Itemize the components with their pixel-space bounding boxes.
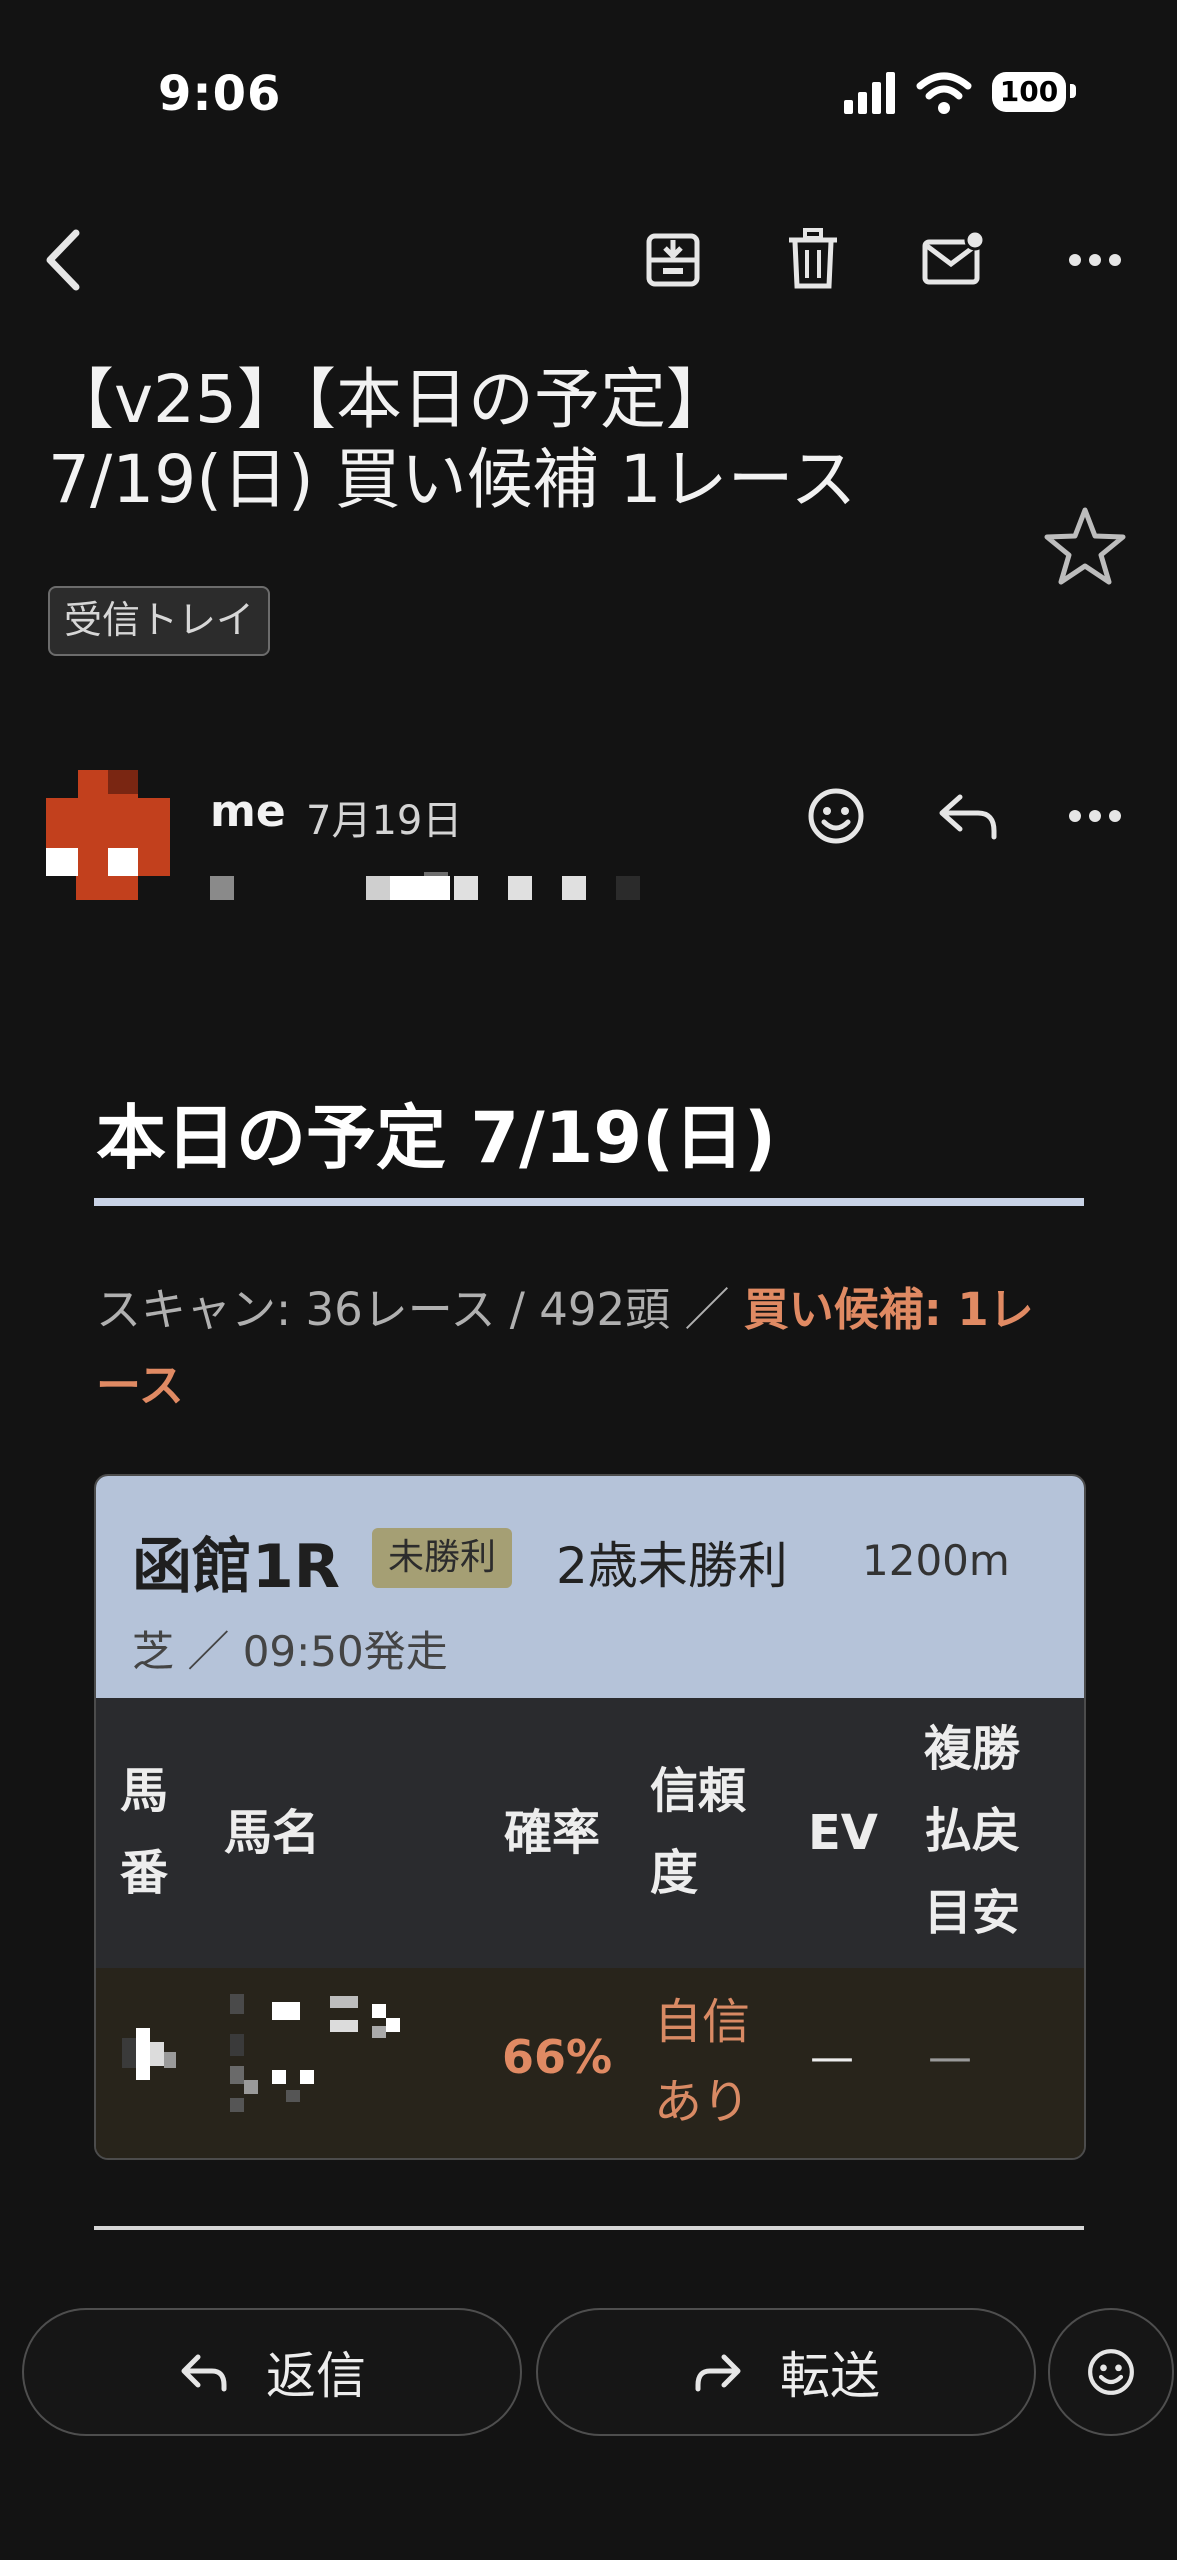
column-place-payout: 複勝払戻目安 <box>924 1721 1021 1941</box>
column-confidence: 信頼度 <box>650 1763 747 1901</box>
delete-button[interactable] <box>773 220 853 300</box>
ev-value: — <box>810 2032 854 2083</box>
subject-line-2: 7/19(日) 買い候補 1レース <box>48 441 857 518</box>
probability-value: 66% <box>502 2030 613 2084</box>
mail-unread-icon <box>922 230 985 285</box>
recipient-redacted[interactable] <box>210 872 710 902</box>
reply-action-button[interactable]: 返信 <box>22 2308 522 2436</box>
mark-unread-button[interactable] <box>913 220 993 300</box>
horse-name-redacted <box>230 1994 400 2112</box>
star-button[interactable] <box>1040 500 1130 590</box>
reply-icon <box>181 2354 227 2392</box>
email-date: 7月19日 <box>306 798 463 844</box>
avatar[interactable] <box>46 770 170 900</box>
race-venue: 函館1R <box>132 1532 340 1602</box>
message-more-button[interactable] <box>1055 776 1135 856</box>
emoji-icon <box>1088 2349 1134 2395</box>
reply-icon <box>939 794 997 840</box>
reply-button[interactable] <box>928 776 1008 856</box>
battery-icon: 100 <box>992 72 1066 112</box>
more-options-button[interactable] <box>1055 220 1135 300</box>
wifi-icon <box>916 72 972 114</box>
race-header: 函館1R 未勝利 2歳未勝利 1200m 芝 ／ 09:50発走 <box>96 1476 1084 1698</box>
table-row: 66% 自信あり — — <box>96 1968 1084 2158</box>
emoji-icon <box>808 788 864 844</box>
status-time: 9:06 <box>158 66 282 122</box>
forward-icon <box>695 2354 741 2392</box>
add-reaction-button[interactable] <box>796 776 876 856</box>
more-icon <box>1069 254 1121 266</box>
scan-summary: スキャン: 36レース / 492頭 ／ 買い候補: 1レース <box>96 1272 1036 1424</box>
forward-action-button[interactable]: 転送 <box>536 2308 1036 2436</box>
reaction-button[interactable] <box>1048 2308 1174 2436</box>
horse-number-redacted <box>122 2028 176 2080</box>
subject-line-1: 【v25】【本日の予定】 <box>48 361 733 438</box>
table-header: 馬番 馬名 確率 信頼度 EV 複勝払戻目安 <box>96 1698 1084 1968</box>
confidence-value: 自信あり <box>654 1994 751 2130</box>
body-divider <box>94 2226 1084 2230</box>
column-horse-number: 馬番 <box>120 1763 169 1901</box>
column-horse-name: 馬名 <box>224 1805 321 1861</box>
archive-icon <box>646 233 700 287</box>
inbox-label[interactable]: 受信トレイ <box>48 586 271 656</box>
race-surface-time: 芝 ／ 09:50発走 <box>132 1627 448 1676</box>
scan-summary-text: スキャン: 36レース / 492頭 ／ <box>96 1283 744 1336</box>
star-icon <box>1044 507 1126 585</box>
status-icons: 100 <box>840 70 1080 120</box>
forward-label: 転送 <box>780 2347 880 2405</box>
signal-icon <box>844 72 972 114</box>
payout-value: — <box>928 2032 972 2083</box>
race-card: 函館1R 未勝利 2歳未勝利 1200m 芝 ／ 09:50発走 馬番 馬名 確… <box>94 1474 1086 2160</box>
email-subject: 【v25】【本日の予定】 7/19(日) 買い候補 1レース <box>48 360 1028 520</box>
column-ev: EV <box>808 1805 878 1861</box>
race-name: 2歳未勝利 <box>556 1537 788 1595</box>
back-button[interactable] <box>24 220 104 300</box>
archive-button[interactable] <box>633 220 713 300</box>
more-icon <box>1069 810 1121 822</box>
column-probability: 確率 <box>504 1805 601 1861</box>
trash-icon <box>789 228 837 289</box>
sender-name: me <box>210 786 286 837</box>
back-icon <box>46 229 80 291</box>
race-class-badge: 未勝利 <box>372 1528 513 1588</box>
body-heading: 本日の予定 7/19(日) <box>96 1097 777 1179</box>
heading-divider <box>94 1198 1084 1206</box>
race-distance: 1200m <box>862 1536 1010 1585</box>
reply-label: 返信 <box>266 2347 366 2405</box>
